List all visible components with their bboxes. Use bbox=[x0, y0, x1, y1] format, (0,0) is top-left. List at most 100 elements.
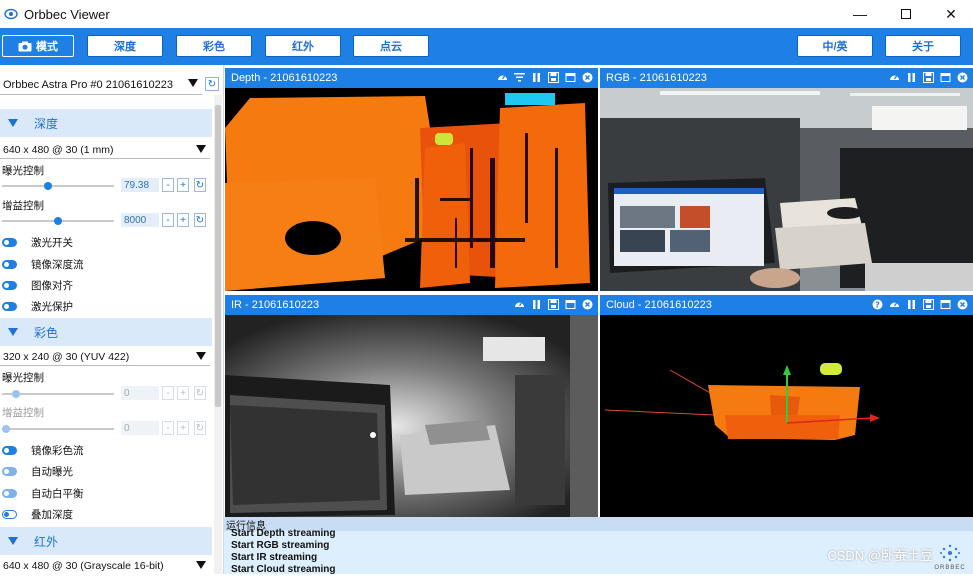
refresh-icon: ↻ bbox=[207, 78, 217, 90]
maximize-icon bbox=[901, 9, 911, 19]
toggle-switch[interactable] bbox=[2, 237, 17, 247]
ir-panel-header: IR - 21061610223 bbox=[225, 295, 598, 315]
refresh-icon: ↻ bbox=[195, 422, 205, 434]
color-exposure-value[interactable]: 0 bbox=[121, 386, 159, 400]
pause-icon[interactable] bbox=[531, 72, 542, 83]
depth-exposure-decrement-button[interactable]: - bbox=[162, 178, 174, 192]
close-panel-icon[interactable] bbox=[957, 299, 968, 310]
depth-gain-decrement-button[interactable]: - bbox=[162, 213, 174, 227]
color-exposure-increment-button[interactable]: + bbox=[177, 386, 189, 400]
depth-exposure-slider[interactable] bbox=[2, 182, 114, 190]
toggle-mirror-depth[interactable]: 镜像深度流 bbox=[2, 256, 84, 272]
log-header: 运行信息 bbox=[224, 517, 973, 532]
depth-resolution-value: 640 x 480 @ 30 (1 mm) bbox=[3, 144, 114, 156]
close-panel-icon[interactable] bbox=[582, 72, 593, 83]
toggle-laser[interactable]: 激光开关 bbox=[2, 234, 73, 250]
depth-gain-slider[interactable] bbox=[2, 217, 114, 225]
save-icon[interactable] bbox=[548, 299, 559, 310]
camera-icon bbox=[18, 41, 32, 52]
toggle-overlay-depth[interactable]: 叠加深度 bbox=[2, 506, 73, 522]
save-icon[interactable] bbox=[548, 72, 559, 83]
tab-point-cloud[interactable]: 点云 bbox=[353, 35, 429, 57]
gauge-icon[interactable] bbox=[497, 72, 508, 83]
depth-gain-reset-button[interactable]: ↻ bbox=[194, 213, 206, 227]
depth-exposure-increment-button[interactable]: + bbox=[177, 178, 189, 192]
slider-knob[interactable] bbox=[12, 390, 20, 398]
slider-knob[interactable] bbox=[2, 425, 10, 433]
color-gain-slider[interactable] bbox=[2, 425, 114, 433]
depth-gain-value[interactable]: 8000 bbox=[121, 213, 159, 227]
main-toolbar: 模式 深度 彩色 红外 点云 中/英 关于 bbox=[0, 28, 973, 65]
minimize-button[interactable]: — bbox=[838, 0, 882, 28]
ir-section-header[interactable]: 红外 bbox=[0, 527, 212, 555]
tab-ir[interactable]: 红外 bbox=[265, 35, 341, 57]
save-icon[interactable] bbox=[923, 299, 934, 310]
pause-icon[interactable] bbox=[906, 299, 917, 310]
color-section-header[interactable]: 彩色 bbox=[0, 318, 212, 346]
pause-icon[interactable] bbox=[906, 72, 917, 83]
save-icon[interactable] bbox=[923, 72, 934, 83]
color-resolution-select[interactable]: 320 x 240 @ 30 (YUV 422) bbox=[0, 349, 210, 366]
toggle-laser-protect[interactable]: 激光保护 bbox=[2, 298, 73, 314]
mode-button[interactable]: 模式 bbox=[2, 35, 74, 57]
depth-resolution-select[interactable]: 640 x 480 @ 30 (1 mm) bbox=[0, 142, 210, 159]
color-gain-decrement-button[interactable]: - bbox=[162, 421, 174, 435]
depth-section-header[interactable]: 深度 bbox=[0, 109, 212, 137]
toggle-label: 自动曝光 bbox=[31, 465, 73, 478]
toggle-switch[interactable] bbox=[2, 259, 17, 269]
close-panel-icon[interactable] bbox=[957, 72, 968, 83]
toggle-label: 叠加深度 bbox=[31, 508, 73, 521]
refresh-icon: ↻ bbox=[195, 179, 205, 191]
toggle-mirror-color[interactable]: 镜像彩色流 bbox=[2, 442, 84, 458]
color-gain-increment-button[interactable]: + bbox=[177, 421, 189, 435]
tab-depth[interactable]: 深度 bbox=[87, 35, 163, 57]
color-exposure-decrement-button[interactable]: - bbox=[162, 386, 174, 400]
close-window-button[interactable]: ✕ bbox=[929, 0, 973, 28]
point-cloud-view[interactable] bbox=[600, 315, 973, 517]
slider-knob[interactable] bbox=[54, 217, 62, 225]
gauge-icon[interactable] bbox=[889, 72, 900, 83]
depth-exposure-value[interactable]: 79.38 bbox=[121, 178, 159, 192]
toggle-switch[interactable] bbox=[2, 466, 17, 476]
orbbec-logo-icon bbox=[939, 544, 961, 565]
gauge-icon[interactable] bbox=[889, 299, 900, 310]
toggle-switch[interactable] bbox=[2, 445, 17, 455]
cloud-panel-icons: ? bbox=[872, 299, 968, 310]
toggle-switch[interactable] bbox=[2, 280, 17, 290]
slider-knob[interactable] bbox=[43, 182, 52, 190]
device-select[interactable]: Orbbec Astra Pro #0 21061610223 bbox=[0, 75, 202, 95]
toggle-switch[interactable] bbox=[2, 301, 17, 311]
refresh-device-button[interactable]: ↻ bbox=[205, 77, 219, 91]
color-gain-reset-button[interactable]: ↻ bbox=[194, 421, 206, 435]
window-icon[interactable] bbox=[565, 299, 576, 310]
color-exposure-reset-button[interactable]: ↻ bbox=[194, 386, 206, 400]
toggle-auto-white-balance[interactable]: 自动白平衡 bbox=[2, 485, 84, 501]
depth-exposure-reset-button[interactable]: ↻ bbox=[194, 178, 206, 192]
ir-resolution-select[interactable]: 640 x 480 @ 30 (Grayscale 16-bit) bbox=[0, 558, 210, 574]
window-icon[interactable] bbox=[940, 299, 951, 310]
toggle-switch[interactable] bbox=[2, 509, 17, 519]
rgb-image bbox=[600, 88, 973, 291]
close-panel-icon[interactable] bbox=[582, 299, 593, 310]
sidebar-scrollbar-thumb[interactable] bbox=[215, 105, 221, 407]
maximize-button[interactable] bbox=[884, 0, 928, 28]
language-button[interactable]: 中/英 bbox=[797, 35, 873, 57]
window-icon[interactable] bbox=[565, 72, 576, 83]
gauge-icon[interactable] bbox=[514, 299, 525, 310]
color-exposure-slider[interactable] bbox=[2, 390, 114, 398]
pause-icon[interactable] bbox=[531, 299, 542, 310]
color-exposure-label: 曝光控制 bbox=[2, 372, 44, 384]
color-section-label: 彩色 bbox=[34, 325, 59, 340]
toggle-auto-exposure[interactable]: 自动曝光 bbox=[2, 463, 73, 479]
ir-section-label: 红外 bbox=[34, 534, 59, 549]
help-icon[interactable]: ? bbox=[872, 299, 883, 310]
toggle-image-align[interactable]: 图像对齐 bbox=[2, 277, 73, 293]
toggle-label: 自动白平衡 bbox=[31, 487, 84, 500]
depth-gain-increment-button[interactable]: + bbox=[177, 213, 189, 227]
tab-color[interactable]: 彩色 bbox=[176, 35, 252, 57]
color-gain-value[interactable]: 0 bbox=[121, 421, 159, 435]
about-button[interactable]: 关于 bbox=[885, 35, 961, 57]
filter-icon[interactable] bbox=[514, 72, 525, 83]
toggle-switch[interactable] bbox=[2, 488, 17, 498]
window-icon[interactable] bbox=[940, 72, 951, 83]
